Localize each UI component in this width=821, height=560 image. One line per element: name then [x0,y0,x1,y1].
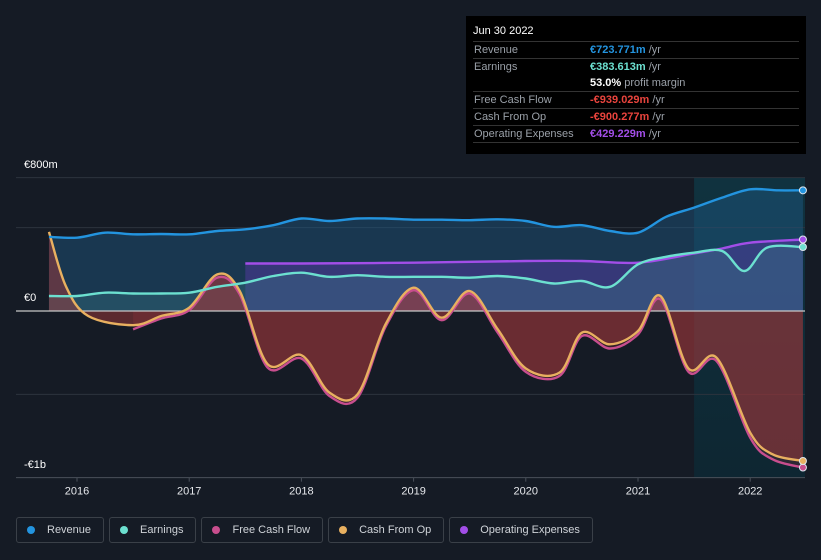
tooltip-label [474,75,590,91]
tooltip-unit: profit margin [621,77,686,89]
tooltip-value: -€939.029m [590,94,650,106]
legend-label: Earnings [140,524,184,536]
tooltip-value: €383.613m [590,61,646,73]
tooltip-label: Operating Expenses [474,128,574,140]
revenue-dot-icon [27,526,35,534]
tooltip-row-cash-from-op: Cash From Op -€900.277m /yr [473,109,799,126]
x-tick-label: 2020 [514,486,538,498]
x-tick-label: 2021 [626,486,650,498]
tooltip-unit: /yr [649,111,665,123]
x-tick-label: 2019 [401,486,425,498]
tooltip-row-revenue: Revenue €723.771m /yr [473,42,799,59]
free-cash-flow-endpoint [798,463,807,472]
legend-item-operating-expenses[interactable]: Operating Expenses [449,517,593,543]
tooltip-row-earnings: Earnings €383.613m /yr [473,59,799,75]
tooltip-row-free-cash-flow: Free Cash Flow -€939.029m /yr [473,92,799,109]
tooltip-row-profit-margin: 53.0% profit margin [473,75,799,92]
tooltip-label: Revenue [474,44,519,56]
earnings-endpoint [798,242,807,251]
operating-expenses-endpoint [798,235,807,244]
tooltip-label: Earnings [474,61,518,73]
y-tick-label-minus-1b: -€1b [24,459,47,471]
tooltip-unit: /yr [645,44,661,56]
tooltip-label: Free Cash Flow [474,94,552,106]
x-tick-label: 2022 [738,486,762,498]
legend-item-cash-from-op[interactable]: Cash From Op [328,517,445,543]
cash-from-op-endpoint [798,457,807,466]
y-tick-label-0: €0 [24,292,37,304]
legend: Revenue Earnings Free Cash Flow Cash Fro… [16,517,593,543]
operating-expenses-dot-icon [460,526,469,534]
x-axis: 2016 2017 2018 2019 2020 2021 2022 [65,477,762,498]
tooltip-value: 53.0% [590,77,622,89]
x-tick-label: 2017 [177,486,201,498]
tooltip-value: -€900.277m [590,111,650,123]
tooltip: Jun 30 2022 Revenue €723.771m /yr Earnin… [466,16,806,154]
legend-item-free-cash-flow[interactable]: Free Cash Flow [201,517,324,543]
revenue-endpoint [798,186,807,195]
tooltip-unit: /yr [649,94,665,106]
legend-item-earnings[interactable]: Earnings [109,517,197,543]
x-tick-label: 2018 [289,486,313,498]
series-areas [48,188,803,468]
earnings-dot-icon [120,526,129,534]
tooltip-unit: /yr [645,61,661,73]
tooltip-value: €723.771m [590,44,646,56]
tooltip-label: Cash From Op [474,111,547,123]
x-tick-label: 2016 [65,486,89,498]
legend-label: Operating Expenses [480,524,580,536]
legend-label: Cash From Op [359,524,432,536]
cash-from-op-dot-icon [339,526,348,534]
legend-label: Free Cash Flow [232,524,311,536]
tooltip-value: €429.229m [590,128,646,140]
free-cash-flow-dot-icon [212,526,221,534]
legend-item-revenue[interactable]: Revenue [16,517,105,543]
tooltip-unit: /yr [645,128,661,140]
legend-label: Revenue [47,524,92,536]
tooltip-row-operating-expenses: Operating Expenses €429.229m /yr [473,126,799,143]
y-tick-label-800m: €800m [24,159,58,171]
tooltip-date: Jun 30 2022 [473,24,799,42]
